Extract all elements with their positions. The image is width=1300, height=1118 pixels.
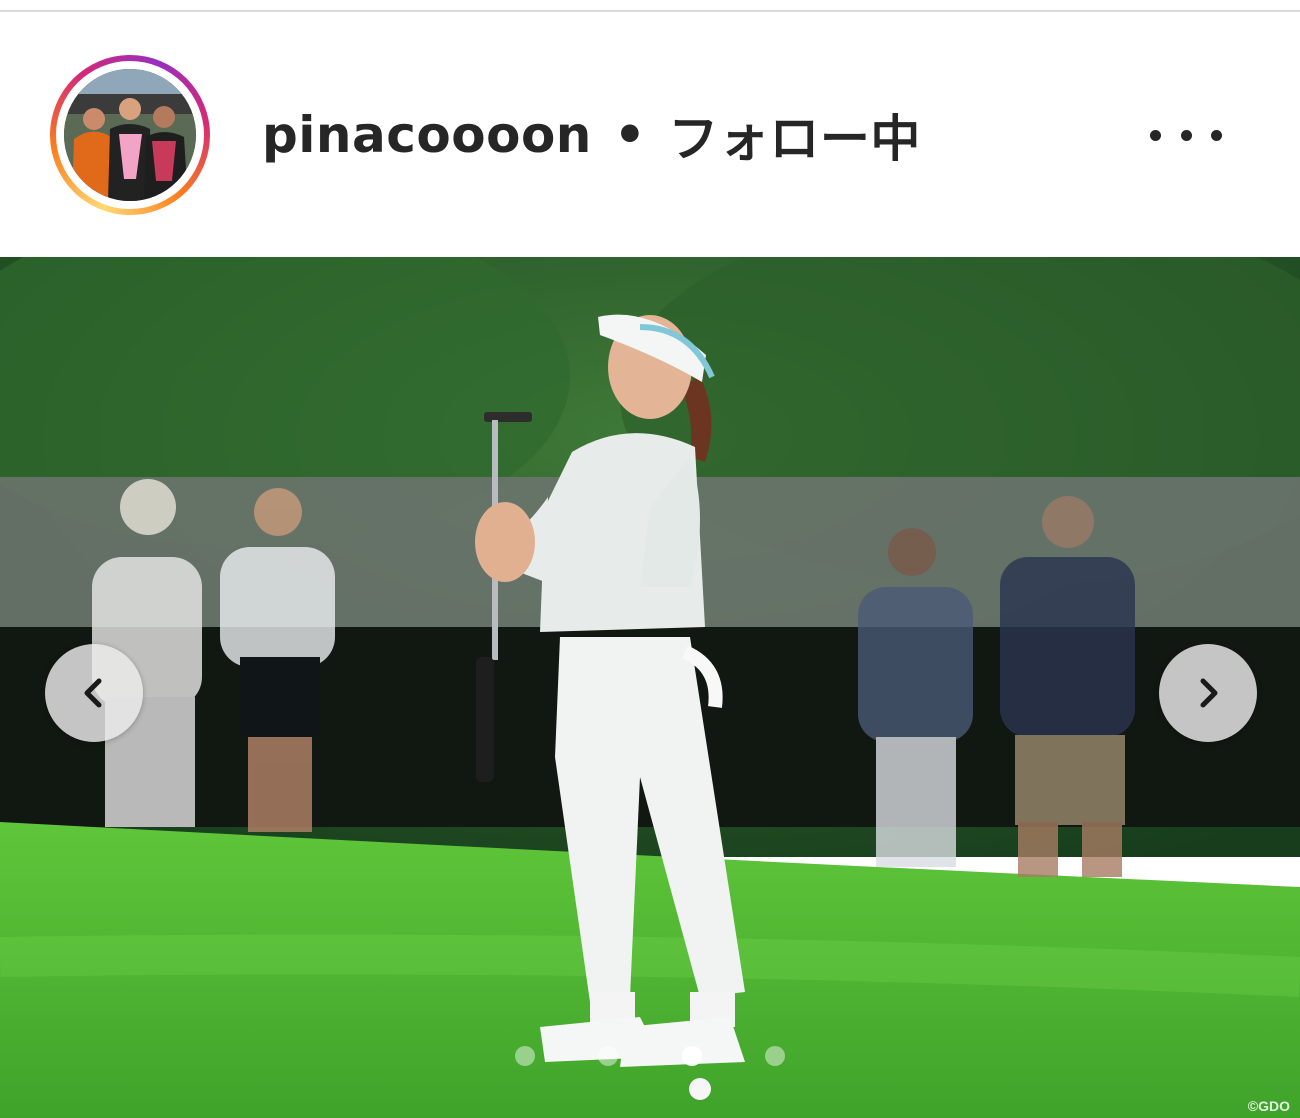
avatar-gap [56, 61, 204, 209]
story-ring[interactable] [50, 55, 210, 215]
carousel-dot [764, 1046, 785, 1066]
more-horizontal-icon-dot [1180, 129, 1192, 141]
post-photo[interactable]: ©GDO [0, 257, 1300, 1118]
username-line: pinacoooon • フォロー中 [262, 100, 921, 170]
top-divider [0, 0, 1300, 12]
carousel-dot-active [681, 1046, 702, 1066]
avatar-photo [64, 69, 196, 201]
separator-dot: • [613, 106, 647, 164]
photo-watermark: ©GDO [1247, 1098, 1290, 1114]
more-horizontal-icon-dot [1211, 129, 1222, 141]
follow-status-button[interactable]: フォロー中 [668, 99, 921, 171]
carousel-dots [515, 1045, 785, 1067]
chevron-left-icon [84, 678, 102, 708]
username[interactable]: pinacoooon [262, 106, 592, 164]
carousel-dot [515, 1046, 535, 1066]
chevron-right-icon [1200, 678, 1218, 708]
golfer-photo [0, 257, 1300, 1118]
more-horizontal-icon-dot [1150, 129, 1161, 141]
carousel-prev-button[interactable] [45, 644, 143, 742]
post-header: pinacoooon • フォロー中 [0, 12, 1300, 257]
carousel-next-button[interactable] [1159, 644, 1257, 742]
more-options-button[interactable] [1150, 112, 1222, 158]
avatar[interactable] [64, 69, 196, 201]
carousel-dot [598, 1046, 619, 1066]
